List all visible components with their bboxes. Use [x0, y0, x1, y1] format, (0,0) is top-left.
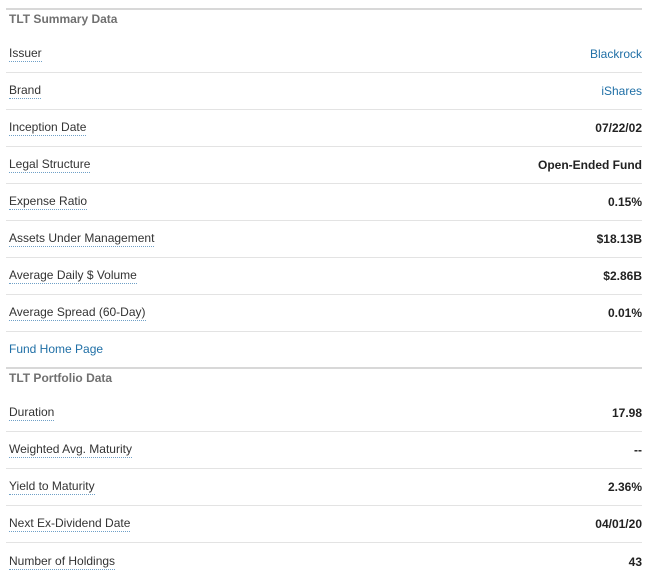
number-of-holdings-row: Number of Holdings 43	[6, 543, 642, 580]
brand-link[interactable]: iShares	[601, 84, 642, 98]
avg-spread-label[interactable]: Average Spread (60-Day)	[9, 305, 146, 321]
inception-date-label[interactable]: Inception Date	[9, 120, 87, 136]
expense-ratio-row: Expense Ratio 0.15%	[6, 184, 642, 221]
brand-label[interactable]: Brand	[9, 83, 42, 99]
portfolio-section: TLT Portfolio Data Duration 17.98 Weight…	[6, 361, 642, 580]
brand-row: Brand iShares	[6, 73, 642, 110]
yield-to-maturity-row: Yield to Maturity 2.36%	[6, 469, 642, 506]
avg-spread-row: Average Spread (60-Day) 0.01%	[6, 295, 642, 332]
issuer-label[interactable]: Issuer	[9, 46, 42, 62]
legal-structure-row: Legal Structure Open-Ended Fund	[6, 147, 642, 184]
duration-label[interactable]: Duration	[9, 405, 55, 421]
fund-home-page-link[interactable]: Fund Home Page	[9, 342, 103, 357]
yield-to-maturity-value: 2.36%	[607, 480, 642, 494]
next-ex-dividend-row: Next Ex-Dividend Date 04/01/20	[6, 506, 642, 543]
aum-value: $18.13B	[596, 232, 642, 246]
expense-ratio-value: 0.15%	[607, 195, 642, 209]
number-of-holdings-label[interactable]: Number of Holdings	[9, 554, 116, 570]
summary-section-title: TLT Summary Data	[6, 8, 642, 36]
weighted-avg-maturity-value: --	[634, 443, 642, 457]
inception-date-row: Inception Date 07/22/02	[6, 110, 642, 147]
duration-value: 17.98	[611, 406, 642, 420]
summary-section: TLT Summary Data Issuer Blackrock Brand …	[6, 0, 642, 368]
weighted-avg-maturity-row: Weighted Avg. Maturity --	[6, 432, 642, 469]
aum-label[interactable]: Assets Under Management	[9, 231, 155, 247]
issuer-link[interactable]: Blackrock	[590, 47, 642, 61]
yield-to-maturity-label[interactable]: Yield to Maturity	[9, 479, 95, 495]
portfolio-section-title: TLT Portfolio Data	[6, 367, 642, 395]
etf-data-panel: TLT Summary Data Issuer Blackrock Brand …	[0, 0, 649, 574]
legal-structure-value: Open-Ended Fund	[538, 158, 642, 172]
inception-date-value: 07/22/02	[595, 121, 642, 135]
next-ex-dividend-value: 04/01/20	[595, 517, 642, 531]
avg-daily-volume-row: Average Daily $ Volume $2.86B	[6, 258, 642, 295]
avg-daily-volume-label[interactable]: Average Daily $ Volume	[9, 268, 137, 284]
number-of-holdings-value: 43	[628, 554, 642, 569]
legal-structure-label[interactable]: Legal Structure	[9, 157, 91, 173]
duration-row: Duration 17.98	[6, 395, 642, 432]
weighted-avg-maturity-label[interactable]: Weighted Avg. Maturity	[9, 442, 132, 458]
next-ex-dividend-label[interactable]: Next Ex-Dividend Date	[9, 516, 131, 532]
issuer-row: Issuer Blackrock	[6, 36, 642, 73]
avg-daily-volume-value: $2.86B	[603, 269, 642, 283]
expense-ratio-label[interactable]: Expense Ratio	[9, 194, 88, 210]
aum-row: Assets Under Management $18.13B	[6, 221, 642, 258]
avg-spread-value: 0.01%	[607, 306, 642, 320]
